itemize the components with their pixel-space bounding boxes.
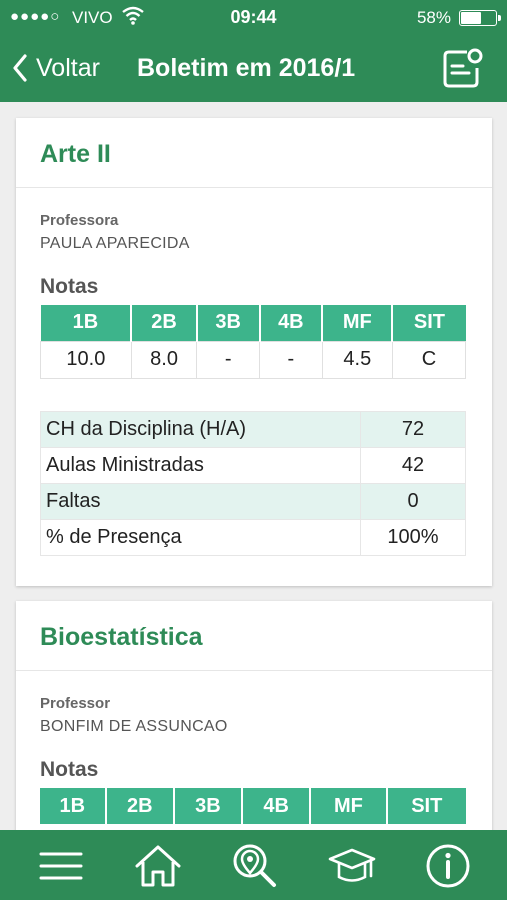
grade-header: SIT: [386, 788, 466, 824]
notas-label: Notas: [40, 275, 99, 298]
back-button[interactable]: Voltar: [12, 50, 100, 86]
grade-header: SIT: [392, 305, 466, 341]
tab-home[interactable]: [134, 842, 182, 890]
grade-header: 1B: [40, 788, 107, 824]
home-icon: [135, 845, 181, 887]
stat-label: Faltas: [40, 482, 361, 520]
stat-value: 100%: [360, 518, 466, 556]
teacher-name: BONFIM DE ASSUNCAO: [40, 718, 228, 735]
stat-value: 72: [360, 410, 466, 448]
report-card-icon: [443, 48, 483, 88]
stat-label: CH da Disciplina (H/A): [40, 410, 361, 448]
stat-label: % de Presença: [40, 518, 361, 556]
top-bar: ●●●●○ VIVO 09:44 58% Voltar Boletim em 2…: [0, 0, 507, 102]
grade-cell: 4.5: [321, 340, 393, 379]
grade-cell: 8.0: [130, 340, 198, 379]
nav-bar: Voltar Boletim em 2016/1: [0, 40, 507, 96]
grade-header: 4B: [259, 305, 324, 341]
tab-location-search[interactable]: [230, 842, 278, 890]
location-search-icon: [233, 844, 276, 887]
attendance-table: CH da Disciplina (H/A) 72 Aulas Ministra…: [40, 410, 466, 556]
table-row: Aulas Ministradas 42: [40, 446, 466, 484]
status-bar: ●●●●○ VIVO 09:44 58%: [0, 0, 507, 34]
page-title: Boletim em 2016/1: [137, 54, 356, 82]
grade-header: 3B: [196, 305, 261, 341]
stat-label: Aulas Ministradas: [40, 446, 361, 484]
tab-info[interactable]: [424, 842, 472, 890]
stat-value: 42: [360, 446, 466, 484]
table-row: CH da Disciplina (H/A) 72: [40, 410, 466, 448]
subject-name: Bioestatística: [16, 601, 492, 671]
report-card-button[interactable]: [441, 46, 485, 90]
grade-cell: -: [259, 340, 323, 379]
menu-icon: [39, 852, 83, 880]
tab-menu[interactable]: [37, 842, 85, 890]
tab-bar: [0, 830, 507, 900]
tab-academic[interactable]: [328, 842, 376, 890]
battery-icon: [459, 10, 501, 26]
table-row: Faltas 0: [40, 482, 466, 520]
teacher-name: PAULA APARECIDA: [40, 235, 190, 252]
stat-value: 0: [360, 482, 466, 520]
grade-header: MF: [310, 788, 388, 824]
teacher-role: Professora: [40, 212, 119, 229]
subject-card: Arte II Professora PAULA APARECIDA Notas…: [16, 118, 492, 586]
notas-label: Notas: [40, 758, 99, 781]
subject-card: Bioestatística Professor BONFIM DE ASSUN…: [16, 601, 492, 830]
grade-header: 2B: [131, 305, 198, 341]
subject-name: Arte II: [16, 118, 492, 188]
content-scroll-area[interactable]: Arte II Professora PAULA APARECIDA Notas…: [0, 102, 507, 830]
grade-header: 1B: [40, 305, 133, 341]
back-label: Voltar: [36, 53, 100, 82]
grades-row: 10.0 8.0 - - 4.5 C: [40, 340, 467, 379]
grades-table: 1B 2B 3B 4B MF SIT: [40, 788, 466, 824]
teacher-role: Professor: [40, 695, 111, 712]
grade-cell: C: [391, 340, 467, 379]
grade-cell: -: [196, 340, 260, 379]
grade-header: 2B: [105, 788, 175, 824]
grade-cell: 10.0: [40, 340, 132, 379]
grade-header: MF: [322, 305, 394, 341]
grade-header: 4B: [242, 788, 312, 824]
grade-header: 3B: [173, 788, 244, 824]
graduation-cap-icon: [328, 848, 376, 882]
grades-table: 1B 2B 3B 4B MF SIT 10.0 8.0 - - 4.5 C: [40, 305, 467, 379]
table-row: % de Presença 100%: [40, 518, 466, 556]
chevron-left-icon: [13, 54, 27, 82]
grades-header-row: 1B 2B 3B 4B MF SIT: [40, 305, 466, 341]
battery-percent: 58%: [416, 8, 451, 27]
grades-header-row: 1B 2B 3B 4B MF SIT: [40, 788, 466, 824]
battery-fill: [461, 12, 481, 24]
info-icon: [426, 844, 470, 888]
